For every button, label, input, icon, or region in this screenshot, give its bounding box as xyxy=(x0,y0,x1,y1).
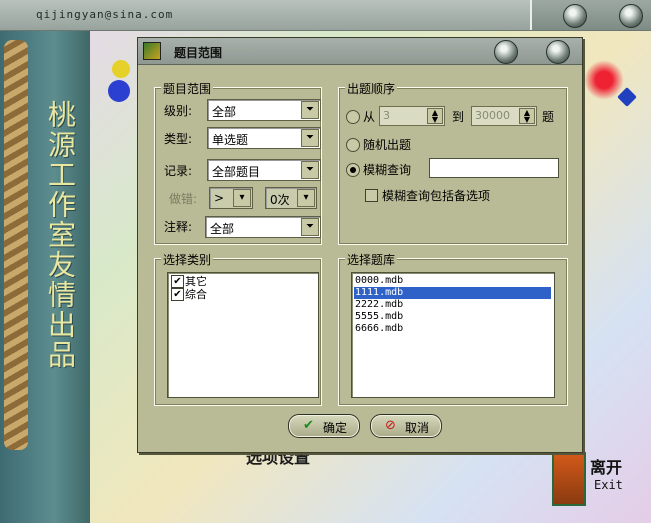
wrong-op-value: > xyxy=(214,191,225,205)
exit-button[interactable]: 离开 Exit xyxy=(548,448,644,508)
app-icon xyxy=(143,42,161,60)
order-group: 出题顺序 从 3 ▲ ▼ 到 30000 ▲ ▼ 题 随机出题 模糊查询 模糊查询包… xyxy=(338,80,568,245)
door-icon xyxy=(552,452,586,506)
from-radio[interactable] xyxy=(346,110,360,124)
ok-button[interactable]: ✔ 确定 xyxy=(288,414,360,438)
record-value: 全部题目 xyxy=(212,165,261,179)
spin-arrows-icon[interactable]: ▲ ▼ xyxy=(427,108,443,124)
dropdown-arrow-icon[interactable]: ⏷ xyxy=(301,218,319,236)
wrong-count-select[interactable]: 0次 ▾ xyxy=(265,187,317,209)
fuzzy-options-checkbox[interactable] xyxy=(365,189,378,202)
dropdown-arrow-icon[interactable]: ⏷ xyxy=(301,101,319,119)
dialog-titlebar: 题目范围 xyxy=(138,38,582,65)
unit-label: 题 xyxy=(542,110,555,124)
category-checkbox-other[interactable]: ✔ xyxy=(171,275,184,288)
category-label-general: 综合 xyxy=(185,288,207,301)
close-button[interactable] xyxy=(619,4,643,28)
from-value: 3 xyxy=(383,109,390,122)
no-entry-icon: ⊘ xyxy=(385,418,396,433)
decor-dot xyxy=(112,60,130,78)
bank-group-title: 选择题库 xyxy=(345,251,398,268)
wrong-op-select[interactable]: > ▾ xyxy=(209,187,253,209)
range-group-title: 题目范围 xyxy=(161,80,214,97)
wrong-label: 做错: xyxy=(169,192,198,206)
dialog-minimize-button[interactable] xyxy=(494,40,518,64)
app-titlebar: qijingyan@sina.com xyxy=(0,0,651,31)
to-spinner[interactable]: 30000 ▲ ▼ xyxy=(471,106,537,126)
order-group-title: 出题顺序 xyxy=(345,80,398,97)
note-value: 全部 xyxy=(210,222,235,236)
category-group: 选择类别 ✔ 其它 ✔ 综合 xyxy=(154,251,322,406)
fuzzy-options-label: 模糊查询包括备选项 xyxy=(382,189,491,203)
dialog-close-button[interactable] xyxy=(546,40,570,64)
exit-label: 离开 xyxy=(590,458,623,477)
fuzzy-radio[interactable] xyxy=(346,163,360,177)
bank-list[interactable]: 0000.mdb 1111.mdb 2222.mdb 5555.mdb 6666… xyxy=(351,272,555,398)
minimize-button[interactable] xyxy=(563,4,587,28)
from-spinner[interactable]: 3 ▲ ▼ xyxy=(379,106,445,126)
record-label: 记录: xyxy=(164,164,193,178)
random-radio[interactable] xyxy=(346,138,360,152)
to-label: 到 xyxy=(452,110,465,124)
note-select[interactable]: 全部 ⏷ xyxy=(205,216,321,238)
list-item[interactable]: 5555.mdb xyxy=(354,311,551,323)
credits-text: 桃源工作室友情出品 xyxy=(44,100,77,370)
decor-dot xyxy=(108,80,130,102)
level-value: 全部 xyxy=(212,105,237,119)
dialog-title: 题目范围 xyxy=(174,46,223,60)
list-item[interactable]: 2222.mdb xyxy=(354,299,551,311)
list-item[interactable]: 1111.mdb xyxy=(354,287,551,299)
to-value: 30000 xyxy=(475,109,510,122)
record-select[interactable]: 全部题目 ⏷ xyxy=(207,159,321,181)
spin-arrows-icon[interactable]: ▲ ▼ xyxy=(519,108,535,124)
category-list[interactable]: ✔ 其它 ✔ 综合 xyxy=(167,272,319,398)
cancel-label: 取消 xyxy=(405,421,430,435)
bank-group: 选择题库 0000.mdb 1111.mdb 2222.mdb 5555.mdb… xyxy=(338,251,568,406)
category-group-title: 选择类别 xyxy=(161,251,214,268)
from-label: 从 xyxy=(363,110,376,124)
question-range-dialog: 题目范围 题目范围 级别: 全部 ⏷ 类型: 单选题 ⏷ 记录: 全部题目 ⏷ … xyxy=(137,37,583,453)
type-select[interactable]: 单选题 ⏷ xyxy=(207,127,321,149)
wrong-count-value: 0次 xyxy=(270,193,290,207)
type-label: 类型: xyxy=(164,132,193,146)
check-icon: ✔ xyxy=(303,418,314,433)
note-label: 注释: xyxy=(164,220,193,234)
exit-sublabel: Exit xyxy=(594,478,623,492)
category-checkbox-general[interactable]: ✔ xyxy=(171,288,184,301)
dropdown-arrow-icon[interactable]: ⏷ xyxy=(301,129,319,147)
decor-dot xyxy=(584,60,624,100)
fuzzy-label: 模糊查询 xyxy=(363,163,412,177)
author-email: qijingyan@sina.com xyxy=(36,8,174,21)
list-item[interactable]: 0000.mdb xyxy=(354,275,551,287)
type-value: 单选题 xyxy=(212,133,249,147)
dropdown-arrow-icon[interactable]: ⏷ xyxy=(301,161,319,179)
dropdown-arrow-icon[interactable]: ▾ xyxy=(297,189,315,207)
dropdown-arrow-icon[interactable]: ▾ xyxy=(233,189,251,207)
list-item[interactable]: 6666.mdb xyxy=(354,323,551,335)
range-group: 题目范围 级别: 全部 ⏷ 类型: 单选题 ⏷ 记录: 全部题目 ⏷ 做错: >… xyxy=(154,80,322,245)
level-select[interactable]: 全部 ⏷ xyxy=(207,99,321,121)
random-label: 随机出题 xyxy=(363,138,412,152)
fuzzy-search-input[interactable] xyxy=(429,158,559,178)
level-label: 级别: xyxy=(164,104,193,118)
rope-decoration xyxy=(4,40,28,450)
cancel-button[interactable]: ⊘ 取消 xyxy=(370,414,442,438)
ok-label: 确定 xyxy=(323,421,348,435)
